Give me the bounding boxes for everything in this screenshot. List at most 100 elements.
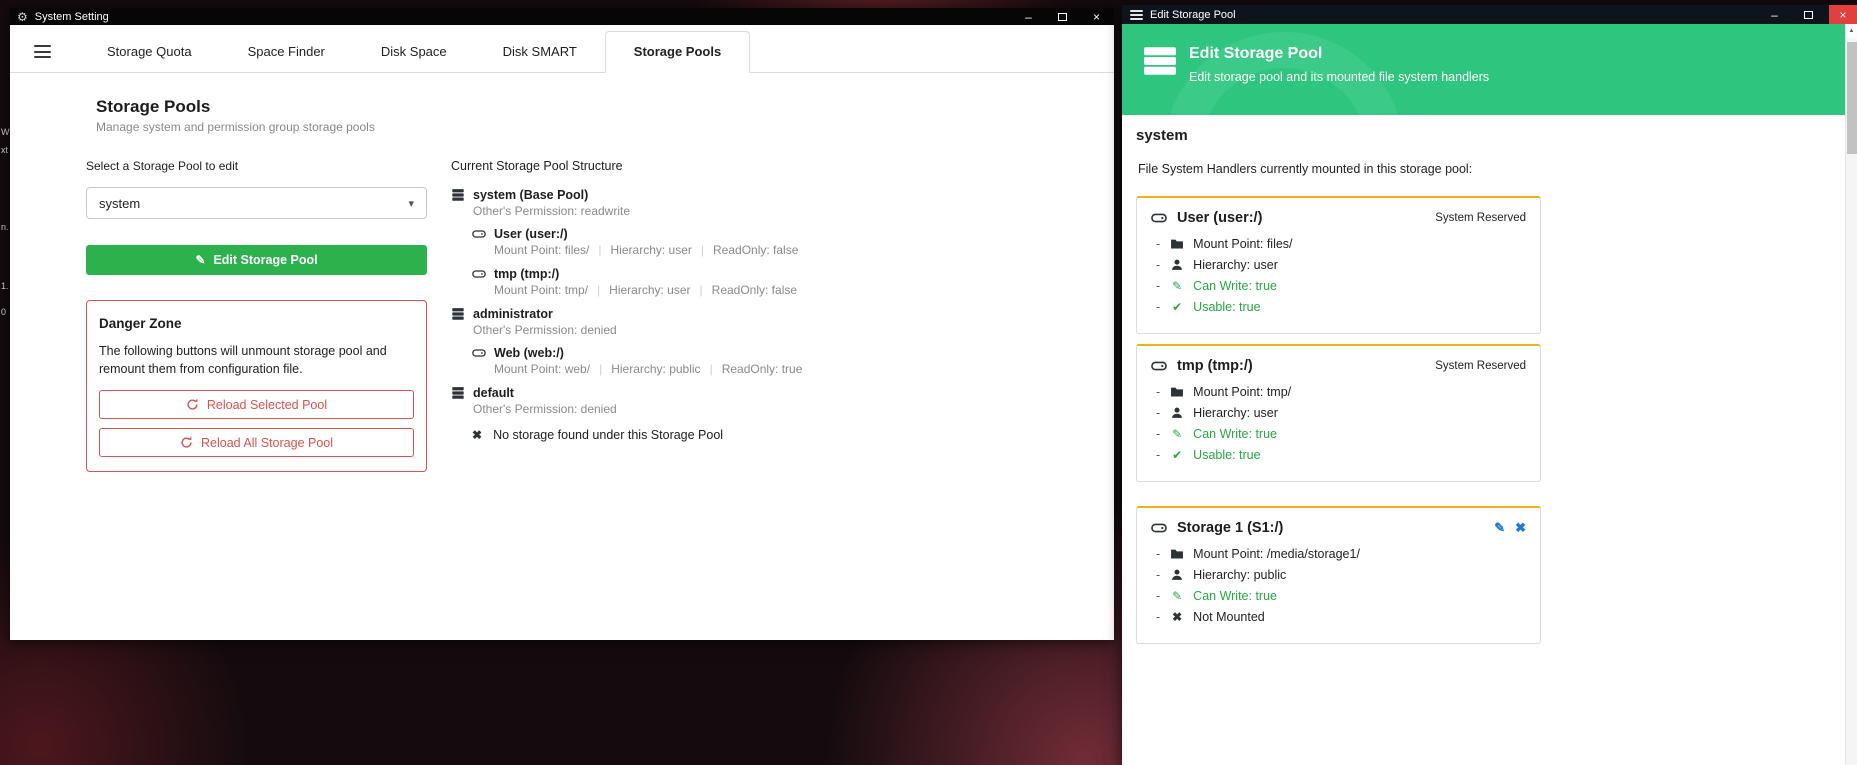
reload-all-storage-pool-button[interactable]: Reload All Storage Pool [99, 428, 414, 457]
storage-name: User (user:/) [494, 227, 568, 241]
cross-icon: ✖ [472, 428, 482, 442]
pool-select[interactable]: system ▾ [86, 187, 427, 219]
storage-readonly: ReadOnly: false [712, 283, 797, 297]
folder-icon [1170, 237, 1184, 251]
refresh-icon [180, 436, 193, 449]
pool-name: administrator [473, 307, 553, 321]
edit-pool-header: Edit Storage Pool Edit storage pool and … [1122, 24, 1845, 115]
close-button[interactable]: × [1083, 8, 1110, 25]
check-icon: ✔ [1170, 448, 1184, 462]
scrollbar-up-arrow[interactable]: ▲ [1846, 24, 1857, 38]
hdd-icon [1151, 210, 1167, 226]
page-subtitle: Manage system and permission group stora… [96, 120, 1114, 134]
check-icon: ✔ [1170, 300, 1184, 314]
hdd-icon [472, 227, 486, 241]
user-icon [1170, 406, 1184, 420]
edit-storage-pool-window: Edit Storage Pool – × Edit Storage Pool … [1122, 5, 1857, 765]
handler-usable: ✔ Usable: true [1156, 300, 1526, 314]
maximize-button[interactable] [1049, 8, 1076, 25]
system-setting-titlebar: ⚙ System Setting – × [10, 8, 1114, 25]
edit-storage-pool-button[interactable]: ✎ Edit Storage Pool [86, 245, 427, 275]
current-pool-name: system [1136, 127, 1831, 144]
pool-name: default [473, 386, 514, 400]
edit-handler-button[interactable]: ✎ [1494, 520, 1505, 536]
user-icon [1170, 568, 1184, 582]
hdd-icon [472, 267, 486, 281]
pool-select-value: system [99, 196, 140, 211]
storage-hierarchy: Hierarchy: public [611, 362, 700, 376]
scrollbar-thumb[interactable] [1847, 42, 1857, 154]
storage-hierarchy: Hierarchy: user [611, 243, 692, 257]
handler-hierarchy: Hierarchy: user [1156, 406, 1526, 420]
system-setting-window: ⚙ System Setting – × Storage Quota Space… [10, 8, 1114, 640]
pool-node-system: system (Base Pool) Other's Permission: r… [451, 188, 1114, 297]
folder-icon [1170, 385, 1184, 399]
fs-handler-card-user: User (user:/) System Reserved Mount Poin… [1136, 196, 1541, 334]
storage-node: User (user:/) Mount Point: files/|Hierar… [472, 227, 1114, 257]
gear-icon: ⚙ [17, 10, 28, 24]
reload-all-storage-pool-label: Reload All Storage Pool [201, 436, 333, 450]
storage-mount: Mount Point: files/ [494, 243, 589, 257]
header-title: Edit Storage Pool [1189, 45, 1489, 63]
edit-icon: ✎ [1170, 279, 1184, 293]
maximize-button[interactable] [1795, 5, 1822, 24]
pool-node-default: default Other's Permission: denied ✖ No … [451, 386, 1114, 442]
handler-usable: ✔ Usable: true [1156, 448, 1526, 462]
desktop-icon-label: n. [1, 222, 9, 232]
pool-permission: Other's Permission: readwrite [473, 204, 1114, 218]
chevron-down-icon: ▾ [408, 197, 414, 210]
hamburger-menu-icon[interactable] [1130, 10, 1143, 20]
tab-storage-quota[interactable]: Storage Quota [79, 32, 220, 72]
tab-storage-pools[interactable]: Storage Pools [605, 31, 750, 73]
reload-selected-pool-label: Reload Selected Pool [207, 398, 327, 412]
handler-hierarchy: Hierarchy: user [1156, 258, 1526, 272]
hamburger-menu-icon[interactable] [34, 45, 51, 58]
scrollbar[interactable]: ▲ [1845, 24, 1857, 765]
minimize-button[interactable]: – [1761, 5, 1788, 24]
maximize-icon [1058, 13, 1067, 21]
handler-title: Storage 1 (S1:/) [1177, 520, 1484, 536]
window-title: System Setting [35, 11, 109, 23]
system-reserved-badge: System Reserved [1435, 212, 1526, 224]
handler-mount-point: Mount Point: tmp/ [1156, 385, 1526, 399]
pool-permission: Other's Permission: denied [473, 402, 1114, 416]
desktop-icon-label: 1. [1, 281, 9, 291]
minimize-button[interactable]: – [1015, 8, 1042, 25]
storage-pool-structure: Current Storage Pool Structure system (B… [451, 159, 1114, 472]
desktop-icon-label: W [1, 127, 10, 137]
handlers-description: File System Handlers currently mounted i… [1138, 162, 1831, 176]
handler-mount-point: Mount Point: files/ [1156, 237, 1526, 251]
hdd-icon [1151, 520, 1167, 536]
storage-readonly: ReadOnly: true [722, 362, 803, 376]
reload-selected-pool-button[interactable]: Reload Selected Pool [99, 390, 414, 419]
system-reserved-badge: System Reserved [1435, 360, 1526, 372]
handler-mount-point: Mount Point: /media/storage1/ [1156, 547, 1526, 561]
storage-mount: Mount Point: web/ [494, 362, 590, 376]
storage-name: tmp (tmp:/) [494, 267, 559, 281]
user-icon [1170, 258, 1184, 272]
storage-mount: Mount Point: tmp/ [494, 283, 588, 297]
header-subtitle: Edit storage pool and its mounted file s… [1189, 70, 1489, 84]
tab-space-finder[interactable]: Space Finder [220, 32, 353, 72]
handler-not-mounted: ✖ Not Mounted [1156, 610, 1526, 624]
close-button[interactable]: × [1829, 5, 1857, 24]
edit-icon: ✎ [1170, 589, 1184, 603]
handler-title: User (user:/) [1177, 210, 1425, 226]
handler-can-write: ✎ Can Write: true [1156, 279, 1526, 293]
danger-zone-text: The following buttons will unmount stora… [99, 342, 414, 378]
server-icon [451, 307, 465, 321]
remove-handler-button[interactable]: ✖ [1515, 520, 1526, 536]
edit-storage-pool-label: Edit Storage Pool [213, 253, 317, 267]
empty-pool-message: ✖ No storage found under this Storage Po… [472, 428, 1114, 442]
tab-disk-smart[interactable]: Disk SMART [475, 32, 605, 72]
tab-disk-space[interactable]: Disk Space [353, 32, 475, 72]
edit-pool-titlebar: Edit Storage Pool – × [1122, 5, 1857, 24]
pool-permission: Other's Permission: denied [473, 323, 1114, 337]
hdd-icon [472, 346, 486, 360]
storage-node: Web (web:/) Mount Point: web/|Hierarchy:… [472, 346, 1114, 376]
window-title: Edit Storage Pool [1150, 9, 1236, 21]
maximize-icon [1804, 11, 1813, 19]
storage-name: Web (web:/) [494, 346, 564, 360]
handler-can-write: ✎ Can Write: true [1156, 427, 1526, 441]
select-pool-label: Select a Storage Pool to edit [86, 159, 427, 173]
